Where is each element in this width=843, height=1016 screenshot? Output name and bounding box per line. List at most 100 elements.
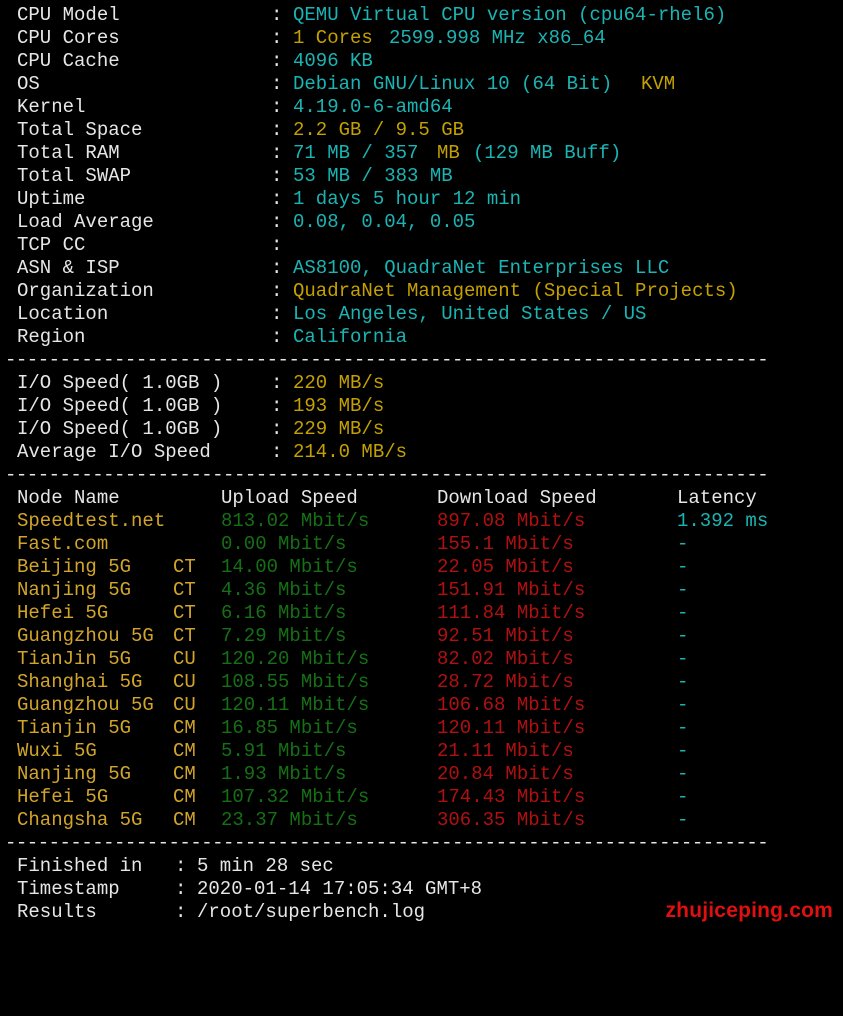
download-speed: 21.11 Mbit/s [437, 740, 574, 762]
footer-row-finished: Finished in : 5 min 28 sec [17, 855, 334, 878]
latency: 1.392 ms [677, 510, 769, 532]
node-isp: CU [173, 648, 196, 670]
separator-colon: : [271, 142, 283, 164]
node-name: Hefei 5G [17, 602, 109, 624]
label: Load Average [17, 211, 154, 233]
sysinfo-row-total-ram: Total RAM : 71 MB / 357 MB (129 MB Buff) [17, 142, 621, 165]
latency: - [677, 786, 689, 808]
separator-colon: : [271, 441, 283, 463]
separator-line: ----------------------------------------… [5, 832, 769, 854]
value: 1 Cores [293, 27, 373, 49]
value: /root/superbench.log [197, 901, 426, 923]
value: 2.2 GB / 9.5 GB [293, 119, 465, 141]
header-node-name: Node Name [17, 487, 120, 509]
node-name: Shanghai 5G [17, 671, 143, 693]
label: Total RAM [17, 142, 120, 164]
upload-speed: 0.00 Mbit/s [221, 533, 347, 555]
sysinfo-row-os: OS : Debian GNU/Linux 10 (64 Bit) KVM [17, 73, 675, 96]
header-latency: Latency [677, 487, 757, 509]
node-isp: CU [173, 694, 196, 716]
value-extra: KVM [641, 73, 676, 95]
separator-colon: : [271, 280, 283, 302]
value: 4.19.0-6-amd64 [293, 96, 453, 118]
value: 4096 KB [293, 50, 373, 72]
value: 214.0 MB/s [293, 441, 408, 463]
latency: - [677, 648, 689, 670]
upload-speed: 120.11 Mbit/s [221, 694, 370, 716]
latency: - [677, 533, 689, 555]
label: Location [17, 303, 109, 325]
upload-speed: 5.91 Mbit/s [221, 740, 347, 762]
value: 0.08, 0.04, 0.05 [293, 211, 476, 233]
io-row: I/O Speed( 1.0GB ) : 193 MB/s [17, 395, 384, 418]
download-speed: 111.84 Mbit/s [437, 602, 586, 624]
node-isp: CM [173, 740, 196, 762]
label: TCP CC [17, 234, 86, 256]
footer-row-timestamp: Timestamp : 2020-01-14 17:05:34 GMT+8 [17, 878, 482, 901]
separator-line: ----------------------------------------… [5, 464, 769, 486]
sysinfo-row-kernel: Kernel : 4.19.0-6-amd64 [17, 96, 453, 119]
label: Timestamp [17, 878, 120, 900]
value-extra: 2599.998 MHz x86_64 [389, 27, 606, 49]
separator-colon: : [271, 188, 283, 210]
separator-colon: : [271, 372, 283, 394]
download-speed: 174.43 Mbit/s [437, 786, 586, 808]
latency: - [677, 625, 689, 647]
sysinfo-row-cpu-model: CPU Model : QEMU Virtual CPU version (cp… [17, 4, 726, 27]
value-buff: (129 MB Buff) [473, 142, 622, 164]
value: QuadraNet Management (Special Projects) [293, 280, 738, 302]
separator-colon: : [271, 234, 283, 256]
upload-speed: 107.32 Mbit/s [221, 786, 370, 808]
label: Uptime [17, 188, 86, 210]
node-name: Speedtest.net [17, 510, 166, 532]
separator-colon: : [271, 211, 283, 233]
sysinfo-row-cpu-cache: CPU Cache : 4096 KB [17, 50, 373, 73]
separator-colon: : [271, 27, 283, 49]
download-speed: 92.51 Mbit/s [437, 625, 574, 647]
separator-colon: : [271, 257, 283, 279]
download-speed: 28.72 Mbit/s [437, 671, 574, 693]
node-name: TianJin 5G [17, 648, 132, 670]
io-row-average: Average I/O Speed : 214.0 MB/s [17, 441, 407, 464]
header-download-speed: Download Speed [437, 487, 597, 509]
value: Los Angeles, United States / US [293, 303, 647, 325]
label: Total Space [17, 119, 143, 141]
separator-colon: : [271, 165, 283, 187]
sysinfo-row-location: Location : Los Angeles, United States / … [17, 303, 646, 326]
sysinfo-row-organization: Organization : QuadraNet Management (Spe… [17, 280, 738, 303]
value-unit: MB [437, 142, 460, 164]
label: Finished in [17, 855, 143, 877]
value: AS8100, QuadraNet Enterprises LLC [293, 257, 670, 279]
download-speed: 306.35 Mbit/s [437, 809, 586, 831]
sysinfo-row-total-swap: Total SWAP : 53 MB / 383 MB [17, 165, 453, 188]
latency: - [677, 809, 689, 831]
download-speed: 22.05 Mbit/s [437, 556, 574, 578]
separator-colon: : [271, 73, 283, 95]
separator-colon: : [175, 901, 187, 923]
label: Kernel [17, 96, 86, 118]
node-name: Guangzhou 5G [17, 625, 154, 647]
node-name: Guangzhou 5G [17, 694, 154, 716]
header-upload-speed: Upload Speed [221, 487, 358, 509]
sysinfo-row-region: Region : California [17, 326, 407, 349]
value: 193 MB/s [293, 395, 385, 417]
value: 220 MB/s [293, 372, 385, 394]
node-isp: CM [173, 763, 196, 785]
separator-colon: : [271, 96, 283, 118]
node-isp: CM [173, 786, 196, 808]
node-isp: CM [173, 717, 196, 739]
sysinfo-row-total-space: Total Space : 2.2 GB / 9.5 GB [17, 119, 464, 142]
label: I/O Speed( 1.0GB ) [17, 372, 223, 394]
upload-speed: 1.93 Mbit/s [221, 763, 347, 785]
node-isp: CT [173, 625, 196, 647]
upload-speed: 4.36 Mbit/s [221, 579, 347, 601]
speedtest-header: Node Name Upload Speed Download Speed La… [17, 487, 757, 510]
value: 229 MB/s [293, 418, 385, 440]
label: CPU Cores [17, 27, 120, 49]
value: Debian GNU/Linux 10 (64 Bit) [293, 73, 613, 95]
download-speed: 82.02 Mbit/s [437, 648, 574, 670]
label: Region [17, 326, 86, 348]
label: CPU Cache [17, 50, 120, 72]
label: CPU Model [17, 4, 120, 26]
upload-speed: 6.16 Mbit/s [221, 602, 347, 624]
